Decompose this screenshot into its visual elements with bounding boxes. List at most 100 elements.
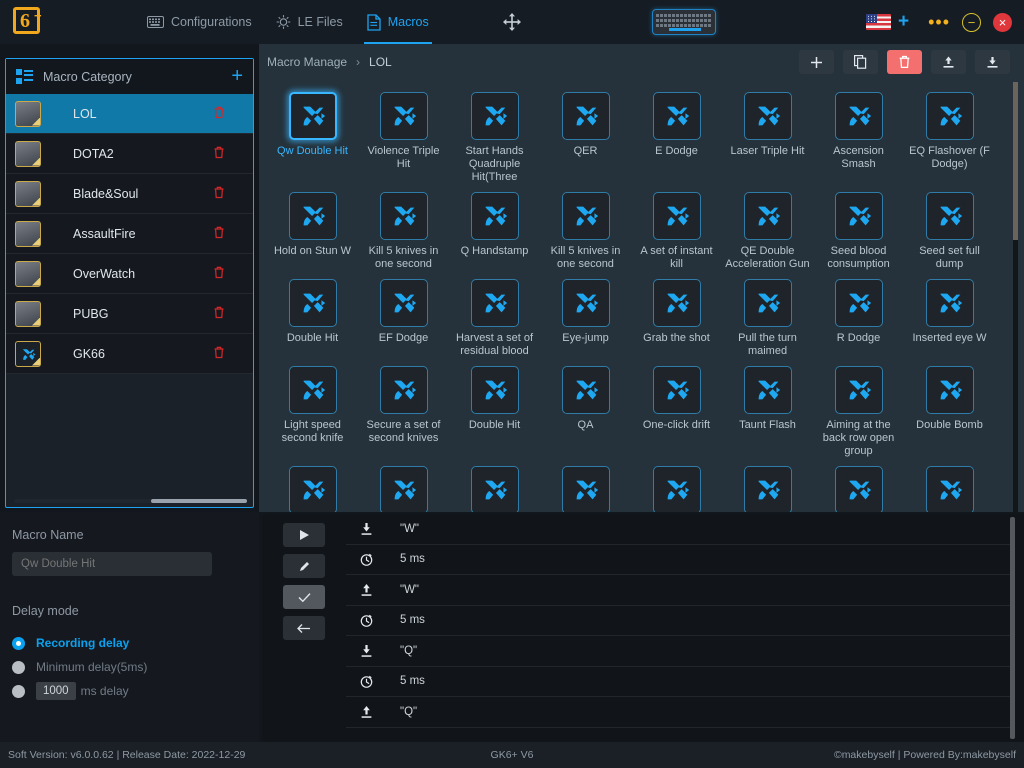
macro-tile[interactable]: Start Hands Quadruple Hit(Three bbox=[449, 84, 540, 184]
sidebar-item-gk66[interactable]: GK66 bbox=[6, 334, 253, 374]
macro-tile[interactable]: Seed blood consumption bbox=[813, 184, 904, 271]
radio-dot-recording-delay bbox=[12, 636, 25, 650]
macro-tile[interactable]: Double Bomb bbox=[904, 358, 995, 458]
macro-logo-icon bbox=[652, 92, 701, 140]
macro-tile[interactable]: Seed set full dump bbox=[904, 184, 995, 271]
radio-custom-delay[interactable]: 1000 ms delay bbox=[12, 679, 247, 703]
action-row[interactable]: "Q" bbox=[346, 697, 1014, 728]
back-button[interactable] bbox=[283, 616, 325, 640]
radio-minimum-delay[interactable]: Minimum delay(5ms) bbox=[12, 655, 247, 679]
action-row[interactable]: "W" bbox=[346, 575, 1014, 606]
breadcrumb-root[interactable]: Macro Manage bbox=[267, 55, 347, 69]
macro-name-input[interactable] bbox=[12, 552, 212, 576]
close-button[interactable]: × bbox=[993, 12, 1012, 32]
tab-le-files[interactable]: LE Files bbox=[264, 0, 355, 44]
confirm-macro-button[interactable] bbox=[283, 585, 325, 609]
macro-tile[interactable]: Kill 5 knives in one second bbox=[358, 184, 449, 271]
delete-category-icon[interactable] bbox=[213, 226, 225, 242]
tab-configurations[interactable]: Configurations bbox=[135, 0, 264, 44]
us-flag-icon[interactable] bbox=[865, 14, 891, 30]
macro-tile[interactable] bbox=[904, 458, 995, 512]
macro-tile[interactable]: Pull the turn maimed bbox=[722, 271, 813, 358]
macro-tile[interactable] bbox=[449, 458, 540, 512]
macro-tile[interactable]: Q Handstamp bbox=[449, 184, 540, 271]
delete-macro-button[interactable] bbox=[887, 50, 922, 74]
macro-tile[interactable]: Light speed second knife bbox=[267, 358, 358, 458]
macro-tile[interactable]: EQ Flashover (F Dodge) bbox=[904, 84, 995, 184]
macro-tile[interactable]: Harvest a set of residual blood bbox=[449, 271, 540, 358]
macro-action-panel: "W" 5 ms "W" 5 ms "Q" 5 ms "Q" bbox=[262, 514, 1024, 742]
macro-tile[interactable]: QE Double Acceleration Gun bbox=[722, 184, 813, 271]
macro-logo-icon bbox=[834, 466, 883, 512]
macro-tile[interactable]: Violence Triple Hit bbox=[358, 84, 449, 184]
sidebar-horizontal-scrollbar[interactable] bbox=[14, 499, 247, 503]
delete-category-icon[interactable] bbox=[213, 306, 225, 322]
macro-tile[interactable]: Grab the shot bbox=[631, 271, 722, 358]
keyboard-device-icon[interactable] bbox=[651, 9, 716, 35]
macro-tile[interactable]: Kill 5 knives in one second bbox=[540, 184, 631, 271]
macro-tile[interactable] bbox=[631, 458, 722, 512]
edit-macro-button[interactable] bbox=[283, 554, 325, 578]
macro-tile[interactable] bbox=[358, 458, 449, 512]
action-row[interactable]: 5 ms bbox=[346, 606, 1014, 636]
radio-recording-delay[interactable]: Recording delay bbox=[12, 631, 247, 655]
add-category-button[interactable]: + bbox=[231, 66, 243, 86]
delete-category-icon[interactable] bbox=[213, 346, 225, 362]
play-macro-button[interactable] bbox=[283, 523, 325, 547]
more-dots-icon[interactable]: ••• bbox=[928, 13, 950, 31]
add-language-button[interactable]: + bbox=[898, 11, 909, 33]
sidebar-item-lol[interactable]: LOL bbox=[6, 94, 253, 134]
sidebar-item-pubg[interactable]: PUBG bbox=[6, 294, 253, 334]
macro-tile[interactable]: R Dodge bbox=[813, 271, 904, 358]
delete-category-icon[interactable] bbox=[213, 266, 225, 282]
macro-tile-label: Double Hit bbox=[468, 419, 521, 431]
minimize-button[interactable]: − bbox=[962, 12, 981, 32]
macro-tile[interactable] bbox=[540, 458, 631, 512]
import-macro-button[interactable] bbox=[931, 50, 966, 74]
macro-tile[interactable]: Eye-jump bbox=[540, 271, 631, 358]
action-list-scrollbar[interactable] bbox=[1010, 517, 1015, 739]
macro-tile[interactable]: Taunt Flash bbox=[722, 358, 813, 458]
macro-tile[interactable]: Double Hit bbox=[449, 358, 540, 458]
key-down-icon bbox=[359, 522, 373, 536]
macro-tile[interactable]: Aiming at the back row open group bbox=[813, 358, 904, 458]
delete-category-icon[interactable] bbox=[213, 106, 225, 122]
add-macro-button[interactable] bbox=[799, 50, 834, 74]
macro-tile[interactable]: Ascension Smash bbox=[813, 84, 904, 184]
macro-tile[interactable]: E Dodge bbox=[631, 84, 722, 184]
export-macro-button[interactable] bbox=[975, 50, 1010, 74]
macro-tile-label: Taunt Flash bbox=[739, 419, 796, 431]
macro-tile[interactable] bbox=[813, 458, 904, 512]
macro-tile[interactable]: Laser Triple Hit bbox=[722, 84, 813, 184]
sidebar-item-blade-soul[interactable]: Blade&Soul bbox=[6, 174, 253, 214]
delete-category-icon[interactable] bbox=[213, 146, 225, 162]
macro-tile[interactable]: Secure a set of second knives bbox=[358, 358, 449, 458]
macro-tile[interactable]: QA bbox=[540, 358, 631, 458]
delete-category-icon[interactable] bbox=[213, 186, 225, 202]
macro-tile[interactable]: Double Hit bbox=[267, 271, 358, 358]
macro-grid-scrollbar[interactable] bbox=[1013, 82, 1018, 552]
custom-delay-input[interactable]: 1000 bbox=[36, 682, 76, 700]
macro-tile[interactable]: Hold on Stun W bbox=[267, 184, 358, 271]
macro-tile-label: EQ Flashover (F Dodge) bbox=[909, 145, 990, 170]
tab-macros[interactable]: Macros bbox=[355, 0, 441, 44]
macro-tile[interactable]: Qw Double Hit bbox=[267, 84, 358, 184]
macro-tile[interactable] bbox=[722, 458, 813, 512]
macro-tile[interactable]: One-click drift bbox=[631, 358, 722, 458]
macro-tile[interactable]: A set of instant kill bbox=[631, 184, 722, 271]
action-row[interactable]: 5 ms bbox=[346, 545, 1014, 575]
sidebar-item-dota2[interactable]: DOTA2 bbox=[6, 134, 253, 174]
copy-macro-button[interactable] bbox=[843, 50, 878, 74]
action-row[interactable]: "Q" bbox=[346, 636, 1014, 667]
action-row[interactable]: "W" bbox=[346, 514, 1014, 545]
macro-tile[interactable]: QER bbox=[540, 84, 631, 184]
sidebar-item-overwatch[interactable]: OverWatch bbox=[6, 254, 253, 294]
move-icon[interactable] bbox=[502, 13, 521, 31]
macro-tile[interactable]: Inserted eye W bbox=[904, 271, 995, 358]
macro-tile-label: Start Hands Quadruple Hit(Three bbox=[465, 145, 524, 183]
macro-logo-icon bbox=[561, 92, 610, 140]
action-row[interactable]: 5 ms bbox=[346, 667, 1014, 697]
sidebar-item-assaultfire[interactable]: AssaultFire bbox=[6, 214, 253, 254]
macro-tile[interactable]: EF Dodge bbox=[358, 271, 449, 358]
macro-tile[interactable] bbox=[267, 458, 358, 512]
